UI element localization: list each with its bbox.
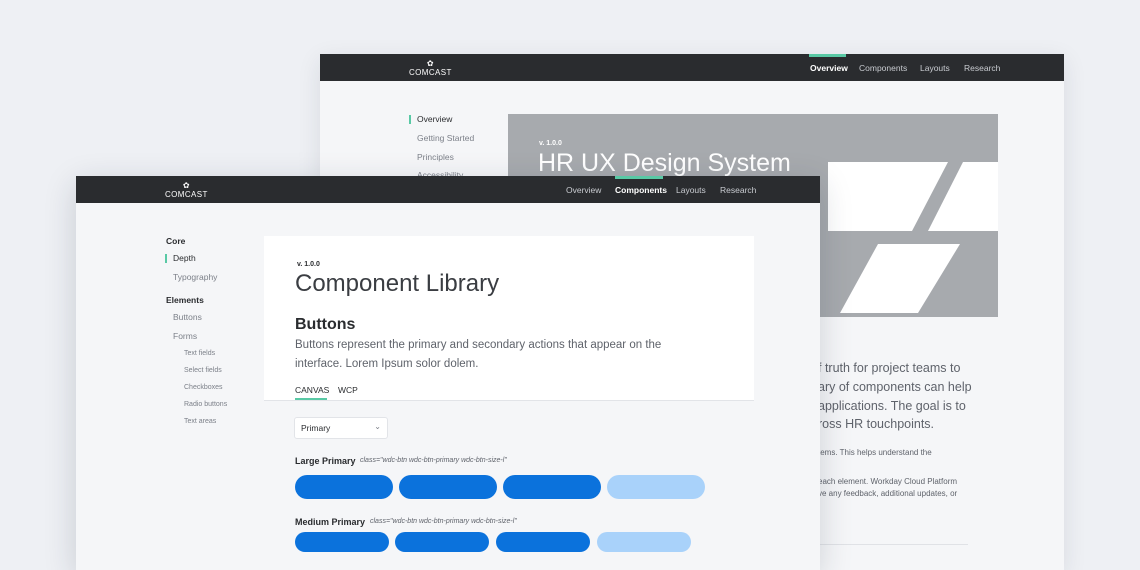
- chevron-down-icon: ⌄: [374, 422, 381, 431]
- nav-layouts[interactable]: Layouts: [920, 63, 950, 73]
- section-title: Buttons: [295, 316, 356, 333]
- section-description-line: interface. Lorem Ipsum solor dolem.: [295, 358, 479, 370]
- nav-components[interactable]: Components: [859, 63, 907, 73]
- sidebar-subitem-text-areas[interactable]: Text areas: [184, 418, 216, 425]
- sidebar-active-marker: [409, 115, 411, 124]
- sidebar-item-typography[interactable]: Typography: [173, 272, 217, 282]
- detail-line: ve any feedback, additional updates, or: [818, 489, 958, 498]
- logo-text: COMCAST: [409, 68, 452, 77]
- active-nav-indicator: [615, 176, 663, 179]
- sidebar-heading-elements: Elements: [166, 295, 204, 305]
- variant-select[interactable]: Primary ⌄: [294, 417, 388, 439]
- large-primary-button[interactable]: [503, 475, 601, 499]
- sidebar-subitem-radio-buttons[interactable]: Radio buttons: [184, 401, 227, 408]
- nav-layouts[interactable]: Layouts: [676, 185, 706, 195]
- sidebar-subitem-checkboxes[interactable]: Checkboxes: [184, 384, 223, 391]
- sidebar-subitem-select-fields[interactable]: Select fields: [184, 367, 222, 374]
- peacock-icon: ✿: [182, 181, 190, 190]
- nav-research[interactable]: Research: [964, 63, 1000, 73]
- nav-components[interactable]: Components: [615, 185, 667, 195]
- comcast-logo[interactable]: ✿ COMCAST: [165, 182, 208, 199]
- divider: [818, 544, 968, 545]
- group-label-medium-primary: Medium Primary: [295, 517, 366, 527]
- canvas-area: Primary ⌄ Large Primary class="wdc-btn w…: [264, 401, 754, 570]
- intro-line: applications. The goal is to: [818, 399, 966, 413]
- sidebar-subitem-text-fields[interactable]: Text fields: [184, 350, 215, 357]
- logo-text: COMCAST: [165, 190, 208, 199]
- top-nav-bar: ✿ COMCAST Overview Components Layouts Re…: [76, 176, 820, 203]
- tab-wcp[interactable]: WCP: [338, 385, 358, 395]
- intro-line: f truth for project teams to: [818, 361, 961, 375]
- top-nav-bar: ✿ COMCAST Overview Components Layouts Re…: [320, 54, 1064, 81]
- version-label: v. 1.0.0: [297, 261, 320, 268]
- sidebar-item-overview[interactable]: Overview: [417, 114, 452, 124]
- component-header-card: v. 1.0.0 Component Library Buttons Butto…: [264, 236, 754, 400]
- tab-canvas[interactable]: CANVAS: [295, 385, 329, 395]
- medium-primary-button[interactable]: [496, 532, 590, 552]
- variant-select-value: Primary: [301, 423, 331, 433]
- nav-research[interactable]: Research: [720, 185, 756, 195]
- medium-primary-button[interactable]: [295, 532, 389, 552]
- hero-version: v. 1.0.0: [539, 140, 562, 147]
- large-primary-button[interactable]: [399, 475, 497, 499]
- sidebar-item-depth[interactable]: Depth: [173, 253, 196, 263]
- peacock-icon: ✿: [426, 59, 434, 68]
- detail-line: tems. This helps understand the: [818, 448, 932, 457]
- active-nav-indicator: [809, 54, 846, 57]
- comcast-logo[interactable]: ✿ COMCAST: [409, 60, 452, 77]
- medium-primary-button[interactable]: [395, 532, 489, 552]
- medium-primary-button-disabled: [597, 532, 691, 552]
- sidebar-item-buttons[interactable]: Buttons: [173, 312, 202, 322]
- section-description-line: Buttons represent the primary and second…: [295, 339, 662, 351]
- intro-line: ary of components can help: [818, 380, 972, 394]
- front-browser-window: ✿ COMCAST Overview Components Layouts Re…: [76, 176, 820, 570]
- large-primary-button-disabled: [607, 475, 705, 499]
- hero-title: HR UX Design System: [538, 149, 791, 177]
- sidebar-active-marker: [165, 254, 167, 263]
- class-code-medium-primary: class="wdc-btn wdc-btn-primary wdc-btn-s…: [370, 518, 517, 525]
- page-title: Component Library: [295, 270, 500, 297]
- sidebar-item-getting-started[interactable]: Getting Started: [417, 133, 474, 143]
- sidebar-item-principles[interactable]: Principles: [417, 152, 454, 162]
- large-primary-button[interactable]: [295, 475, 393, 499]
- intro-line: ross HR touchpoints.: [818, 417, 935, 431]
- group-label-large-primary: Large Primary: [295, 456, 356, 466]
- class-code-large-primary: class="wdc-btn wdc-btn-primary wdc-btn-s…: [360, 457, 507, 464]
- nav-overview[interactable]: Overview: [566, 185, 601, 195]
- nav-overview[interactable]: Overview: [810, 63, 848, 73]
- sidebar-item-forms[interactable]: Forms: [173, 331, 197, 341]
- sidebar-heading-core: Core: [166, 236, 186, 246]
